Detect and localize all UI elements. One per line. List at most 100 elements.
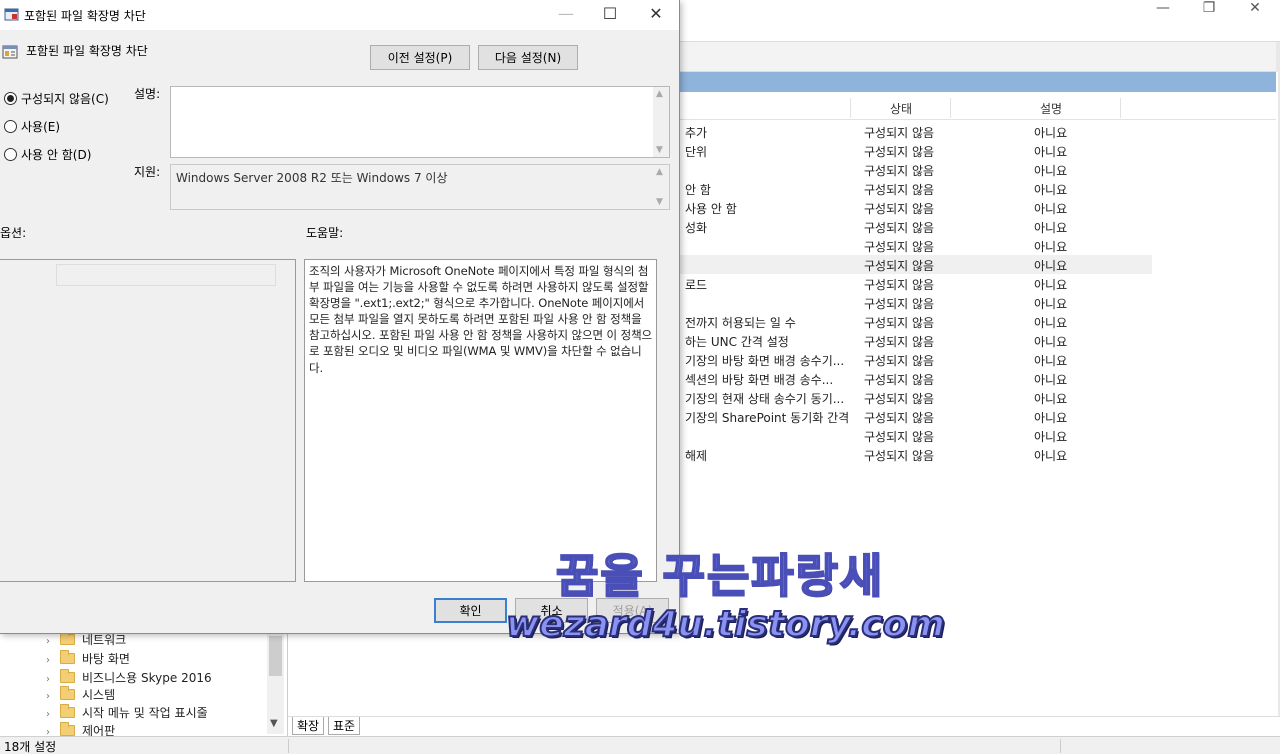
column-separator[interactable]: [850, 98, 851, 118]
table-row[interactable]: 해제 구성되지 않음 아니요: [680, 445, 1276, 464]
watermark-title: 꿈을 꾸는파랑새: [555, 548, 885, 604]
scroll-up-icon[interactable]: ▲: [656, 167, 663, 177]
tab-extended[interactable]: 확장: [292, 717, 325, 735]
row-state: 구성되지 않음: [864, 354, 935, 368]
tree-scrollbar[interactable]: ▼: [267, 634, 284, 734]
dialog-titlebar[interactable]: 포함된 파일 확장명 차단 — ☐ ✕: [0, 0, 679, 30]
tree-item[interactable]: › 시스템: [46, 686, 115, 704]
folder-icon: [60, 650, 75, 664]
chevron-right-icon[interactable]: ›: [46, 709, 60, 720]
table-row[interactable]: 구성되지 않음 아니요: [680, 293, 1276, 312]
previous-setting-button[interactable]: 이전 설정(P): [370, 45, 470, 70]
row-name: 섹션의 바탕 화면 배경 송수...: [685, 373, 834, 387]
column-header-state[interactable]: 상태: [890, 100, 912, 117]
folder-icon: [60, 686, 75, 700]
table-row[interactable]: 구성되지 않음 아니요: [680, 255, 1152, 274]
table-row[interactable]: 기장의 바탕 화면 배경 송수기... 구성되지 않음 아니요: [680, 350, 1276, 369]
radio-enabled[interactable]: 사용(E): [4, 118, 60, 135]
column-header-note[interactable]: 설명: [1040, 100, 1062, 117]
radio-disabled[interactable]: 사용 안 함(D): [4, 146, 91, 163]
view-tabs: 확장 표준: [288, 716, 1280, 736]
radio-unchecked-icon[interactable]: [4, 120, 17, 133]
table-row[interactable]: 로드 구성되지 않음 아니요: [680, 274, 1276, 293]
row-note: 아니요: [1034, 278, 1068, 292]
supported-scrollbar[interactable]: ▲ ▼: [653, 165, 669, 209]
status-text: 18개 설정: [4, 740, 57, 754]
chevron-right-icon[interactable]: ›: [46, 636, 60, 647]
comment-scrollbar[interactable]: ▲ ▼: [653, 87, 669, 157]
table-row[interactable]: 섹션의 바탕 화면 배경 송수... 구성되지 않음 아니요: [680, 369, 1276, 388]
policy-setting-icon: [2, 45, 18, 59]
row-note: 아니요: [1034, 259, 1068, 273]
row-note: 아니요: [1034, 430, 1068, 444]
scroll-down-icon[interactable]: ▼: [656, 197, 663, 207]
supported-label: 지원:: [134, 165, 161, 179]
row-name: 사용 안 함: [685, 202, 737, 216]
tree-item[interactable]: › 바탕 화면: [46, 650, 130, 668]
row-state: 구성되지 않음: [864, 335, 935, 349]
table-row[interactable]: 전까지 허용되는 일 수 구성되지 않음 아니요: [680, 312, 1276, 331]
scroll-up-icon[interactable]: ▲: [656, 89, 663, 99]
row-note: 아니요: [1034, 145, 1068, 159]
table-row[interactable]: 구성되지 않음 아니요: [680, 160, 1276, 179]
row-name: 로드: [685, 278, 708, 292]
scroll-down-icon[interactable]: ▼: [656, 145, 663, 155]
radio-unchecked-icon[interactable]: [4, 148, 17, 161]
policy-dialog: 포함된 파일 확장명 차단 — ☐ ✕ 포함된 파일 확장명 차단 이전 설정(…: [0, 0, 680, 634]
row-state: 구성되지 않음: [864, 221, 935, 235]
next-setting-button[interactable]: 다음 설정(N): [478, 45, 578, 70]
main-restore-button[interactable]: ❐: [1186, 0, 1232, 30]
main-minimize-button[interactable]: —: [1140, 0, 1186, 30]
row-state: 구성되지 않음: [864, 278, 935, 292]
tree-item[interactable]: › 시작 메뉴 및 작업 표시줄: [46, 704, 208, 722]
row-name: 추가: [685, 126, 708, 140]
table-row[interactable]: 추가 구성되지 않음 아니요: [680, 122, 1276, 141]
radio-not-configured[interactable]: 구성되지 않음(C): [4, 90, 109, 107]
row-state: 구성되지 않음: [864, 373, 935, 387]
table-row[interactable]: 성화 구성되지 않음 아니요: [680, 217, 1276, 236]
dialog-minimize-button[interactable]: —: [546, 4, 586, 26]
ok-button[interactable]: 확인: [434, 598, 507, 623]
navigation-tree: › 네트워크 › 바탕 화면 › 비즈니스용 Skype 2016 › 시스템 › 시작 …: [0, 631, 288, 738]
row-name: 단위: [685, 145, 708, 159]
tree-item[interactable]: › 비즈니스용 Skype 2016: [46, 669, 212, 687]
row-state: 구성되지 않음: [864, 392, 935, 406]
table-row[interactable]: 단위 구성되지 않음 아니요: [680, 141, 1276, 160]
supported-textbox: Windows Server 2008 R2 또는 Windows 7 이상 ▲…: [170, 164, 670, 210]
help-label: 도움말:: [306, 226, 344, 240]
chevron-right-icon[interactable]: ›: [46, 674, 60, 685]
table-row[interactable]: 하는 UNC 간격 설정 구성되지 않음 아니요: [680, 331, 1276, 350]
watermark-url: wezard4u.tistory.com: [505, 603, 946, 646]
column-separator[interactable]: [1120, 98, 1121, 118]
chevron-right-icon[interactable]: ›: [46, 655, 60, 666]
row-state: 구성되지 않음: [864, 240, 935, 254]
row-note: 아니요: [1034, 183, 1068, 197]
extensions-input[interactable]: [56, 264, 276, 286]
main-toolbar-strip: [680, 42, 1280, 72]
table-row[interactable]: 사용 안 함 구성되지 않음 아니요: [680, 198, 1276, 217]
dialog-maximize-button[interactable]: ☐: [590, 4, 630, 26]
row-state: 구성되지 않음: [864, 202, 935, 216]
column-separator[interactable]: [950, 98, 951, 118]
chevron-down-icon[interactable]: ▼: [270, 718, 278, 729]
dialog-close-button[interactable]: ✕: [636, 4, 676, 26]
policy-window-icon: [4, 8, 19, 21]
main-close-button[interactable]: ✕: [1232, 0, 1278, 30]
table-row[interactable]: 구성되지 않음 아니요: [680, 426, 1276, 445]
radio-label: 사용(E): [21, 120, 61, 134]
comment-textbox[interactable]: ▲ ▼: [170, 86, 670, 158]
options-panel: [0, 259, 296, 582]
row-note: 아니요: [1034, 354, 1068, 368]
table-row[interactable]: 안 함 구성되지 않음 아니요: [680, 179, 1276, 198]
tab-standard[interactable]: 표준: [328, 717, 361, 735]
row-state: 구성되지 않음: [864, 430, 935, 444]
policy-name: 포함된 파일 확장명 차단: [26, 44, 148, 58]
row-note: 아니요: [1034, 297, 1068, 311]
table-row[interactable]: 기장의 SharePoint 동기화 간격 구성되지 않음 아니요: [680, 407, 1276, 426]
chevron-right-icon[interactable]: ›: [46, 691, 60, 702]
row-note: 아니요: [1034, 240, 1068, 254]
table-row[interactable]: 구성되지 않음 아니요: [680, 236, 1276, 255]
table-row[interactable]: 기장의 현재 상태 송수기 동기... 구성되지 않음 아니요: [680, 388, 1276, 407]
radio-checked-icon[interactable]: [4, 92, 17, 105]
tree-scroll-thumb[interactable]: [269, 636, 282, 676]
